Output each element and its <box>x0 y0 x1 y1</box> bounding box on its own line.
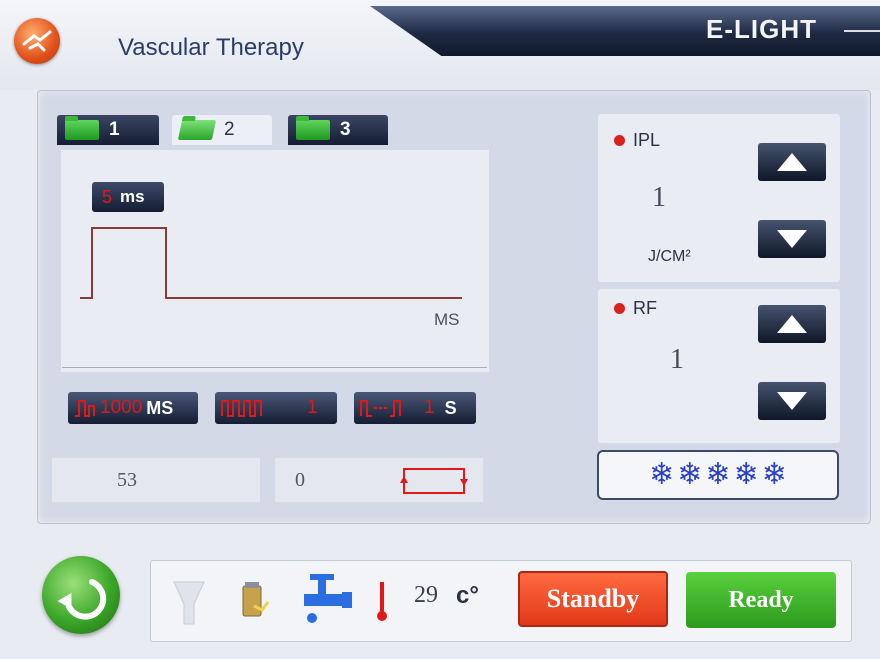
pulse-width-value: 5 <box>102 186 113 207</box>
shot-counter: 53 <box>52 458 260 502</box>
interval-button[interactable]: 1000 MS <box>68 392 198 424</box>
handpiece-icon <box>173 581 205 625</box>
folder-open-icon <box>177 120 217 140</box>
ipl-up-button[interactable] <box>758 143 826 181</box>
thermometer-icon <box>377 582 387 621</box>
interval-value: 1000 <box>100 397 143 418</box>
pulse-width-unit: ms <box>120 187 145 206</box>
folder-icon <box>296 116 330 140</box>
rf-up-button[interactable] <box>758 305 826 343</box>
tab-3[interactable]: 3 <box>288 115 388 145</box>
ipl-down-button[interactable] <box>758 220 826 258</box>
ipl-label-text: IPL <box>633 130 661 150</box>
snowflake-icon: ❄ <box>705 458 731 491</box>
pulse-interval-icon <box>75 400 95 417</box>
cooling-level-selector[interactable]: ❄ ❄ ❄ ❄ ❄ <box>597 450 839 500</box>
rf-label-text: RF <box>633 298 657 318</box>
rf-down-button[interactable] <box>758 382 826 420</box>
reset-counter-value: 0 <box>295 468 305 491</box>
standby-button[interactable]: Standby <box>518 571 668 627</box>
pulse-width-button[interactable]: 5 ms <box>92 182 164 212</box>
pulse-count-button[interactable]: 1 <box>215 392 337 424</box>
water-tank-icon <box>242 582 270 617</box>
tab-2[interactable]: 2 <box>172 115 272 145</box>
delay-value: 1 <box>424 397 435 418</box>
snowflake-icon: ❄ <box>677 458 703 491</box>
delay-button[interactable]: 1 S <box>354 392 476 424</box>
interval-unit: MS <box>146 397 174 418</box>
arrow-up-icon <box>777 153 807 171</box>
rf-indicator-icon <box>614 303 625 314</box>
back-button[interactable] <box>42 556 120 634</box>
arrow-up-icon <box>777 315 807 333</box>
arrow-down-icon <box>777 392 807 410</box>
ipl-value: 1 <box>652 182 666 213</box>
brand-line <box>844 30 880 32</box>
tab-label: 3 <box>340 119 351 140</box>
pulse-waveform <box>80 227 462 299</box>
pulse-train-icon <box>221 400 262 417</box>
back-arrow-icon <box>57 579 107 620</box>
snowflake-icon: ❄ <box>649 458 675 491</box>
shot-counter-value: 53 <box>117 468 137 491</box>
temperature-value: 29 <box>414 582 438 608</box>
brand-name: E-LIGHT <box>706 14 817 44</box>
snowflake-icon: ❄ <box>761 458 787 491</box>
snowflake-icon: ❄ <box>733 458 759 491</box>
ipl-unit: J/CM² <box>648 248 691 265</box>
rf-label: RF <box>614 298 657 319</box>
tab-1[interactable]: 1 <box>57 115 159 145</box>
water-flow-icon <box>304 574 352 623</box>
reset-icon[interactable] <box>400 465 468 497</box>
app-logo-icon <box>14 18 60 64</box>
pulse-delay-icon <box>360 400 401 417</box>
ipl-label: IPL <box>614 130 660 151</box>
pulse-count-value: 1 <box>307 397 318 418</box>
tab-label: 2 <box>224 119 235 140</box>
temperature-unit: c° <box>456 582 479 609</box>
page-title: Vascular Therapy <box>118 34 304 61</box>
folder-icon <box>65 116 99 140</box>
pulse-axis-label: MS <box>434 310 460 329</box>
divider <box>62 367 487 368</box>
arrow-down-icon <box>777 230 807 248</box>
rf-value: 1 <box>670 344 684 375</box>
ipl-indicator-icon <box>614 135 625 146</box>
delay-unit: S <box>444 397 457 418</box>
ready-button[interactable]: Ready <box>686 572 836 628</box>
tab-label: 1 <box>109 119 120 140</box>
